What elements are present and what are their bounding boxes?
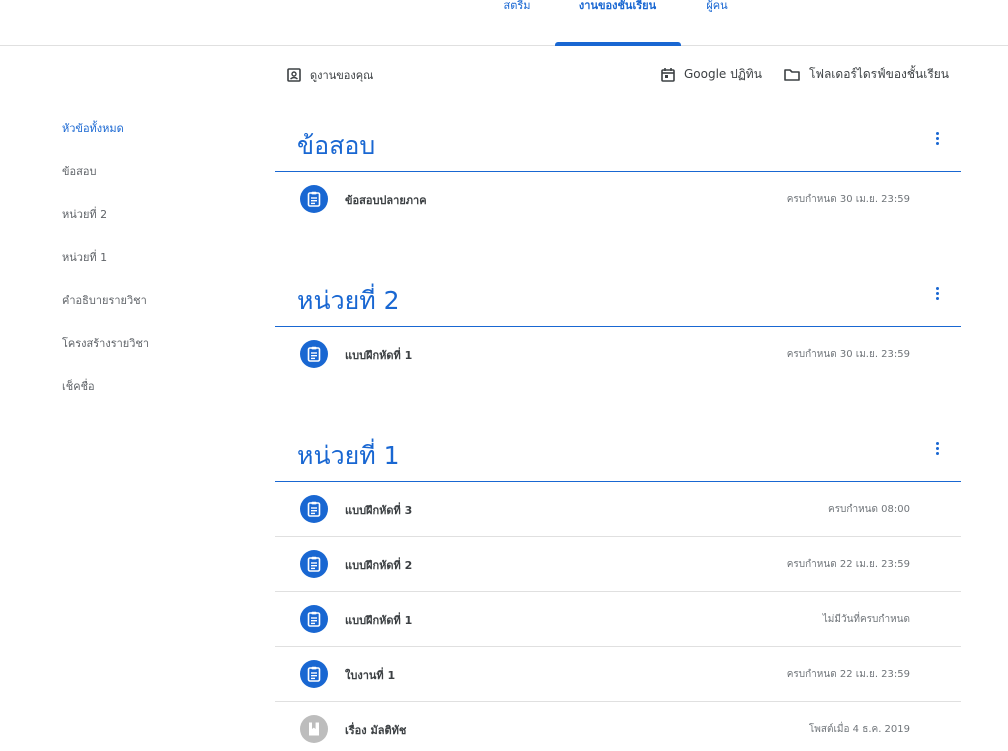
item-title: แบบฝึกหัดที่ 1 xyxy=(345,349,413,362)
assignment-icon xyxy=(300,550,328,578)
topic-section: หน่วยที่ 2 แบบฝึกหัดที่ 1 ครบกำหนด 30 เม… xyxy=(275,273,961,382)
topic-section: หน่วยที่ 1 แบบฝึกหัดที่ 3 ครบกำหนด 08:00… xyxy=(275,428,961,751)
google-calendar-link[interactable]: Google ปฏิทิน xyxy=(660,65,762,84)
drive-folder-label: โฟลเดอร์ไดรฟ์ของชั้นเรียน xyxy=(809,67,950,81)
more-options-icon[interactable] xyxy=(933,440,941,460)
classwork-item[interactable]: แบบฝึกหัดที่ 1 ไม่มีวันที่ครบกำหนด xyxy=(275,592,961,647)
active-tab-indicator xyxy=(555,42,681,46)
assignment-icon xyxy=(300,605,328,633)
item-title: เรื่อง มัลติทัช xyxy=(345,724,407,737)
item-due-date: ครบกำหนด 22 เม.ย. 23:59 xyxy=(786,669,910,680)
more-options-icon[interactable] xyxy=(933,285,941,305)
calendar-label: Google ปฏิทิน xyxy=(684,67,762,81)
topic-sidebar: หัวข้อทั้งหมด ข้อสอบ หน่วยที่ 2 หน่วยที่… xyxy=(62,118,242,419)
sidebar-item-unit-2[interactable]: หน่วยที่ 2 xyxy=(62,204,242,247)
classwork-item[interactable]: เรื่อง มัลติทัช โพสต์เมื่อ 4 ธ.ค. 2019 xyxy=(275,702,961,751)
assignment-icon xyxy=(300,340,328,368)
your-work-icon xyxy=(287,68,301,82)
folder-icon xyxy=(784,68,800,81)
top-tab-bar: สตรีม งานของชั้นเรียน ผู้คน xyxy=(0,0,1008,46)
item-due-date: ครบกำหนด 30 เม.ย. 23:59 xyxy=(786,349,910,360)
sidebar-item-all-topics[interactable]: หัวข้อทั้งหมด xyxy=(62,118,242,161)
sidebar-item-unit-1[interactable]: หน่วยที่ 1 xyxy=(62,247,242,290)
sidebar-item-course-description[interactable]: คำอธิบายรายวิชา xyxy=(62,290,242,333)
item-due-date: ครบกำหนด 30 เม.ย. 23:59 xyxy=(786,194,910,205)
more-options-icon[interactable] xyxy=(933,130,941,150)
item-due-date: ไม่มีวันที่ครบกำหนด xyxy=(822,614,910,625)
topic-title: หน่วยที่ 2 xyxy=(297,286,400,315)
classwork-item[interactable]: แบบฝึกหัดที่ 1 ครบกำหนด 30 เม.ย. 23:59 xyxy=(275,327,961,382)
topic-header: หน่วยที่ 2 xyxy=(275,273,961,327)
tab-stream[interactable]: สตรีม xyxy=(497,0,537,20)
item-due-date: ครบกำหนด 08:00 xyxy=(828,504,910,515)
item-due-date: ครบกำหนด 22 เม.ย. 23:59 xyxy=(786,559,910,570)
item-title: แบบฝึกหัดที่ 2 xyxy=(345,559,413,572)
sidebar-item-attendance[interactable]: เช็คชื่อ xyxy=(62,376,242,419)
calendar-icon xyxy=(661,67,675,82)
topic-title: หน่วยที่ 1 xyxy=(297,441,400,470)
class-drive-folder-link[interactable]: โฟลเดอร์ไดรฟ์ของชั้นเรียน xyxy=(783,65,949,84)
assignment-icon xyxy=(300,660,328,688)
item-title: แบบฝึกหัดที่ 1 xyxy=(345,614,413,627)
your-work-label: ดูงานของคุณ xyxy=(310,69,374,82)
material-icon xyxy=(300,715,328,743)
tab-people[interactable]: ผู้คน xyxy=(697,0,737,20)
sidebar-item-course-structure[interactable]: โครงสร้างรายวิชา xyxy=(62,333,242,376)
topic-title: ข้อสอบ xyxy=(297,131,376,160)
tab-classwork[interactable]: งานของชั้นเรียน xyxy=(555,0,680,20)
sidebar-item-exam[interactable]: ข้อสอบ xyxy=(62,161,242,204)
classwork-item[interactable]: แบบฝึกหัดที่ 3 ครบกำหนด 08:00 xyxy=(275,482,961,537)
item-title: ใบงานที่ 1 xyxy=(345,669,396,682)
topic-header: ข้อสอบ xyxy=(275,118,961,172)
view-your-work-link[interactable]: ดูงานของคุณ xyxy=(286,66,373,84)
topic-section: ข้อสอบ ข้อสอบปลายภาค ครบกำหนด 30 เม.ย. 2… xyxy=(275,118,961,227)
classwork-item[interactable]: แบบฝึกหัดที่ 2 ครบกำหนด 22 เม.ย. 23:59 xyxy=(275,537,961,592)
classwork-item[interactable]: ข้อสอบปลายภาค ครบกำหนด 30 เม.ย. 23:59 xyxy=(275,172,961,227)
item-title: แบบฝึกหัดที่ 3 xyxy=(345,504,413,517)
assignment-icon xyxy=(300,185,328,213)
topic-header: หน่วยที่ 1 xyxy=(275,428,961,482)
item-posted-date: โพสต์เมื่อ 4 ธ.ค. 2019 xyxy=(808,724,910,735)
assignment-icon xyxy=(300,495,328,523)
classwork-item[interactable]: ใบงานที่ 1 ครบกำหนด 22 เม.ย. 23:59 xyxy=(275,647,961,702)
item-title: ข้อสอบปลายภาค xyxy=(345,194,427,207)
